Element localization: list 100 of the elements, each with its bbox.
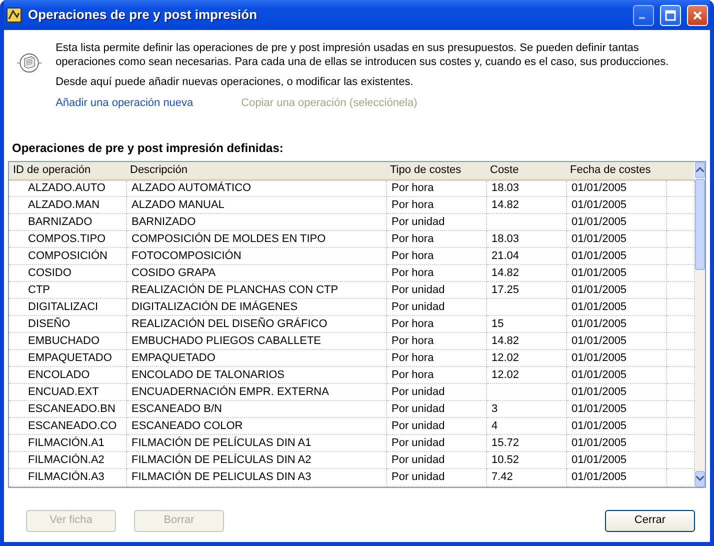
minimize-icon [639, 17, 645, 19]
table-cell: 18.03 [486, 230, 566, 248]
table-cell: 01/01/2005 [566, 452, 666, 469]
table-cell: Por hora [386, 248, 486, 265]
table-cell: EMPAQUETADO [126, 350, 386, 367]
table-cell: 21.04 [486, 248, 566, 265]
scrollbar[interactable] [694, 162, 705, 486]
table-cell: 7.42 [486, 468, 566, 486]
table-cell: 01/01/2005 [566, 400, 666, 418]
column-header[interactable]: ID de operación [9, 162, 126, 180]
table-cell: REALIZACIÓN DE PLANCHAS CON CTP [126, 282, 386, 299]
table-cell: Por hora [386, 350, 486, 367]
app-icon [6, 7, 22, 23]
table-cell: 01/01/2005 [566, 298, 666, 316]
dialog-button[interactable]: Cerrar [605, 510, 695, 532]
table-cell: ALZADO.AUTO [9, 180, 126, 197]
column-header[interactable]: Coste [486, 162, 566, 180]
table-cell: 4 [486, 418, 566, 435]
table-cell: 01/01/2005 [566, 180, 666, 197]
table-cell: 14.82 [486, 196, 566, 214]
table-cell: 01/01/2005 [566, 196, 666, 214]
table-cell: 01/01/2005 [566, 230, 666, 248]
table-cell: Por unidad [386, 384, 486, 401]
table-cell: 01/01/2005 [566, 418, 666, 435]
table-cell: ESCANEADO.CO [9, 418, 126, 435]
table-cell: DIGITALIZACI [9, 298, 126, 316]
table-cell: 01/01/2005 [566, 264, 666, 282]
table-cell: ALZADO AUTOMÁTICO [126, 180, 386, 197]
table-cell: 18.03 [486, 180, 566, 197]
table-cell: BARNIZADO [9, 214, 126, 231]
table-cell: FOTOCOMPOSICIÓN [126, 248, 386, 265]
table-cell: BARNIZADO [126, 214, 386, 231]
table-cell: 14.82 [486, 332, 566, 350]
table-cell: 01/01/2005 [566, 384, 666, 401]
scroll-thumb[interactable] [694, 178, 705, 270]
table-cell: COSIDO GRAPA [126, 264, 386, 282]
table-cell: ENCUAD.EXT [9, 384, 126, 401]
table-cell: 14.82 [486, 264, 566, 282]
table-cell: COMPOS.TIPO [9, 230, 126, 248]
table-cell: COMPOSICIÓN [9, 248, 126, 265]
table-cell: CTP [9, 282, 126, 299]
table-cell: Por hora [386, 180, 486, 197]
table-cell: Por unidad [386, 400, 486, 418]
table-cell: 15 [486, 316, 566, 333]
table-cell: ENCUADERNACIÓN EMPR. EXTERNA [126, 384, 386, 401]
table-cell: Por hora [386, 332, 486, 350]
table-cell: Por unidad [386, 452, 486, 469]
table-cell: FILMACIÓN.A2 [9, 452, 126, 469]
table-cell: 01/01/2005 [566, 316, 666, 333]
table-cell: EMBUCHADO [9, 332, 126, 350]
table-cell: REALIZACIÓN DEL DISEÑO GRÁFICO [126, 316, 386, 333]
table-cell: 10.52 [486, 452, 566, 469]
table-cell: ESCANEADO COLOR [126, 418, 386, 435]
table-cell: EMBUCHADO PLIEGOS CABALLETE [126, 332, 386, 350]
table-cell: DISEÑO [9, 316, 126, 333]
window-title: Operaciones de pre y post impresión [28, 6, 258, 24]
table-cell: Por unidad [386, 214, 486, 231]
table-cell: ENCOLADO DE TALONARIOS [126, 366, 386, 384]
close-icon [692, 10, 703, 20]
table-cell: 01/01/2005 [566, 214, 666, 231]
table-cell: 01/01/2005 [566, 468, 666, 486]
table-cell: Por hora [386, 264, 486, 282]
table-cell: Por unidad [386, 434, 486, 452]
table-cell: Por unidad [386, 468, 486, 486]
table-cell: 01/01/2005 [566, 248, 666, 265]
table-cell: 12.02 [486, 350, 566, 367]
table-cell: ALZADO MANUAL [126, 196, 386, 214]
intro-text: Esta lista permite definir las operaciones de pre y post impresión usadas en sus presupuestos. Se pueden definir tantas operaciones como sean necesarias. Para cada una de ellas se introducen sus costes y, cuando es el caso, sus producciones. [56, 41, 670, 69]
table-cell: Por hora [386, 196, 486, 214]
column-header[interactable]: Fecha de costes [566, 162, 666, 180]
table-cell: DIGITALIZACIÓN DE IMÁGENES [126, 298, 386, 316]
table-cell: 01/01/2005 [566, 332, 666, 350]
maximize-button[interactable] [660, 4, 681, 26]
table-cell: 01/01/2005 [566, 282, 666, 299]
column-header[interactable]: Descripción [126, 162, 386, 180]
link[interactable]: Añadir una operación nueva [56, 95, 194, 112]
table-cell: 01/01/2005 [566, 434, 666, 452]
table-cell: 15.72 [486, 434, 566, 452]
table-cell: ESCANEADO B/N [126, 400, 386, 418]
maximize-icon [665, 10, 676, 20]
table-cell: Por hora [386, 366, 486, 384]
table-cell: Por unidad [386, 282, 486, 299]
scroll-down-button[interactable] [694, 470, 705, 486]
close-button[interactable] [687, 4, 708, 26]
table-cell: 01/01/2005 [566, 366, 666, 384]
table-cell: FILMACIÓN DE PELÍCULAS DIN A1 [126, 434, 386, 452]
table-cell: Por unidad [386, 418, 486, 435]
column-header[interactable]: Tipo de costes [386, 162, 486, 180]
table-cell: Por unidad [386, 298, 486, 316]
table-cell: ALZADO.MAN [9, 196, 126, 214]
table-cell: COMPOSICIÓN DE MOLDES EN TIPO [126, 230, 386, 248]
intro-text: Desde aquí puede añadir nuevas operaciones, o modificar las existentes. [56, 75, 414, 89]
table-cell: ESCANEADO.BN [9, 400, 126, 418]
scroll-up-button[interactable] [694, 162, 705, 178]
table-cell: 01/01/2005 [566, 350, 666, 367]
table-cell: FILMACIÓN DE PELÍCULAS DIN A2 [126, 452, 386, 469]
table-cell: ENCOLADO [9, 366, 126, 384]
section-title: Operaciones de pre y post impresión definidas: [12, 140, 284, 156]
minimize-button[interactable] [633, 4, 654, 26]
table-cell: Por hora [386, 316, 486, 333]
